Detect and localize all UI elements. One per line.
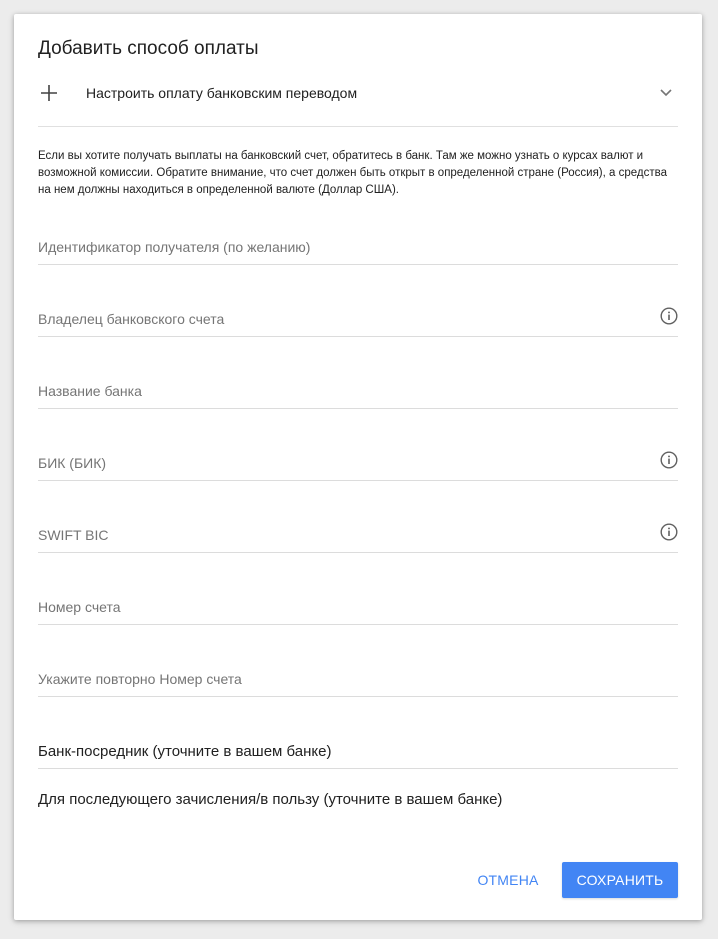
intermediary-bank-label[interactable]: Банк-посредник (уточните в вашем банке) [38, 743, 331, 760]
bik-field [38, 442, 678, 481]
bank-name-field [38, 370, 678, 409]
further-credit-label[interactable]: Для последующего зачисления/в пользу (ут… [38, 791, 502, 808]
account-number-confirm-field [38, 658, 678, 697]
cancel-button[interactable]: ОТМЕНА [466, 862, 550, 898]
intermediary-divider [38, 768, 678, 769]
bik-input[interactable] [38, 452, 648, 474]
account-number-input[interactable] [38, 596, 648, 618]
chevron-down-icon[interactable] [658, 84, 674, 100]
plus-icon [41, 85, 57, 101]
bank-name-input[interactable] [38, 380, 648, 402]
add-payment-method-dialog: Добавить способ оплаты Настроить оплату … [14, 14, 702, 920]
info-icon[interactable] [660, 523, 678, 541]
account-number-confirm-input[interactable] [38, 668, 648, 690]
account-number-field [38, 586, 678, 625]
swift-field [38, 514, 678, 553]
bank-transfer-expander[interactable]: Настроить оплату банковским переводом [38, 76, 678, 127]
account-owner-input[interactable] [38, 308, 648, 330]
bank-transfer-label: Настроить оплату банковским переводом [86, 85, 358, 101]
account-owner-field [38, 298, 678, 337]
save-button[interactable]: СОХРАНИТЬ [562, 862, 678, 898]
recipient-id-input[interactable] [38, 236, 648, 258]
info-icon[interactable] [660, 451, 678, 469]
bank-transfer-notice: Если вы хотите получать выплаты на банко… [38, 150, 667, 196]
swift-input[interactable] [38, 524, 648, 546]
dialog-title: Добавить способ оплаты [38, 38, 259, 59]
info-icon[interactable] [660, 307, 678, 325]
recipient-id-field [38, 226, 678, 265]
